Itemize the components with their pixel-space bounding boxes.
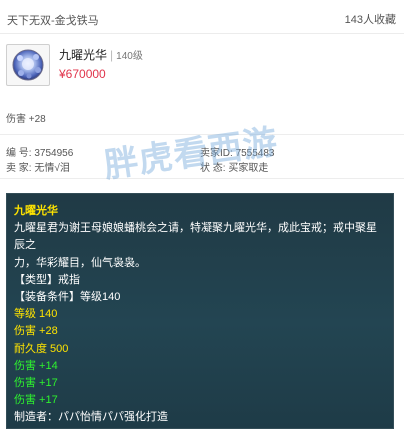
detail-bonus-1: 伤害 +14 (14, 359, 58, 372)
item-level: 140级 (116, 51, 143, 62)
item-price: ¥670000 (59, 67, 106, 81)
item-title[interactable]: 九曜光华 | 140级 (59, 46, 143, 63)
title-divider: | (110, 48, 114, 62)
detail-damage: 伤害 +28 (14, 325, 58, 338)
serial-value: 3754956 (34, 148, 74, 159)
detail-description-1: 九曜星君为谢王母娘娘蟠桃会之请，特凝聚九曜光华，成此宝戒；戒中聚星辰之 (14, 222, 377, 252)
detail-maker: 制造者：パパ怡情パパ强化打造 (14, 411, 168, 424)
detail-requirement: 【装备条件】等级140 (14, 291, 121, 304)
seller: 卖 家: 无情√泪 (6, 159, 70, 174)
gem-orb-icon (12, 49, 44, 81)
detail-durability: 耐久度 500 (14, 342, 69, 355)
detail-bonus-3: 伤害 +17 (14, 394, 58, 407)
detail-title: 九曜光华 (14, 205, 58, 217)
detail-type: 【类型】戒指 (14, 273, 80, 286)
divider-bottom (0, 178, 404, 179)
item-detail-panel: 九曜光华 九曜星君为谢王母娘娘蟠桃会之请，特凝聚九曜光华，成此宝戒；戒中聚星辰之… (6, 193, 394, 429)
serial-label: 编 号: (6, 148, 32, 159)
page-header: 天下无双-金戈铁马 143人收藏 (0, 0, 404, 34)
favorite-count[interactable]: 143人收藏 (345, 11, 396, 27)
item-name: 九曜光华 (59, 48, 108, 62)
watermark: 胖虎看西游 (101, 122, 281, 185)
detail-level: 等级 140 (14, 308, 58, 321)
detail-description-2: 力，华彩耀目，仙气袅袅。 (14, 256, 146, 269)
detail-bonus-2: 伤害 +17 (14, 377, 58, 390)
serial-number: 编 号: 3754956 (6, 144, 73, 159)
item-thumbnail[interactable] (6, 44, 50, 86)
server-name: 天下无双-金戈铁马 (7, 15, 99, 27)
seller-label: 卖 家: (6, 163, 32, 174)
summary-stat: 伤害 +28 (6, 114, 46, 125)
seller-value: 无情√泪 (34, 163, 70, 174)
